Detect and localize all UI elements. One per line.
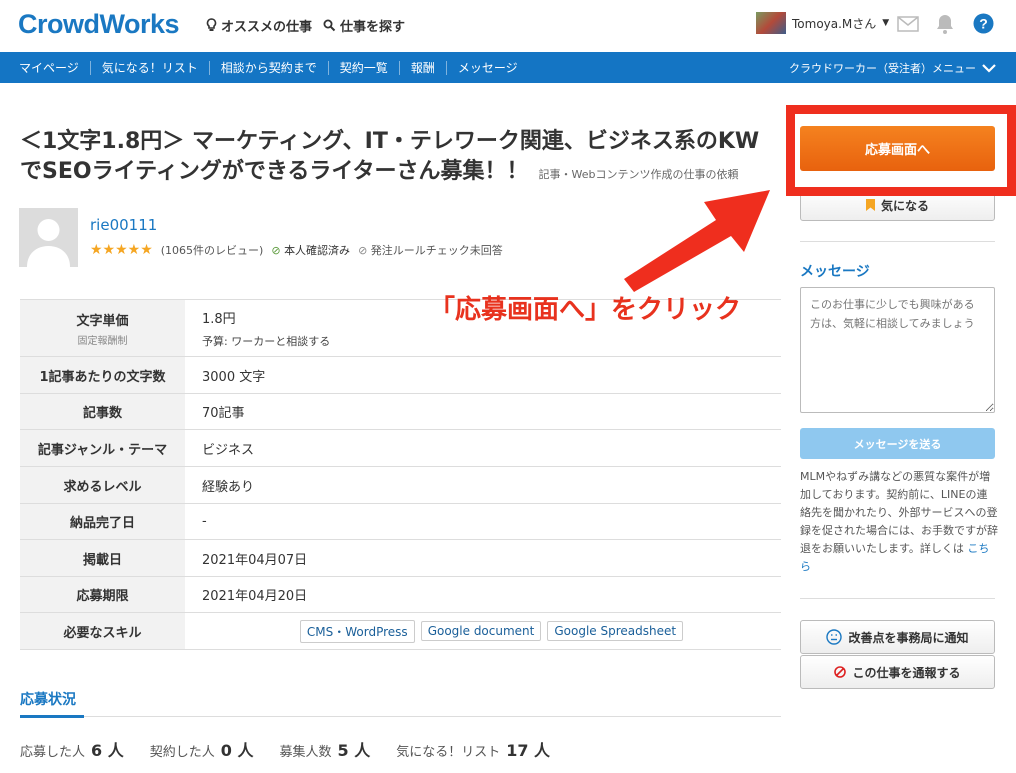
worker-menu[interactable]: クラウドワーカー（受注者）メニュー (789, 60, 996, 76)
count-value: 70記事 (202, 406, 245, 421)
crowdworks-logo[interactable]: CrowdWorks (18, 9, 180, 40)
count-label: 記事数 (20, 394, 185, 429)
delivery-label: 納品完了日 (20, 504, 185, 539)
applied-label: 応募した人 (20, 745, 86, 760)
default-user-icon (19, 208, 78, 267)
price-sub-label: 固定報酬制 (77, 335, 128, 347)
applications-divider (20, 716, 781, 717)
sidebar-divider (800, 241, 995, 242)
svg-text:?: ? (979, 16, 988, 32)
price-label: 文字単価 (76, 313, 129, 329)
annotation-text: 「応募画面へ」をクリック (429, 295, 742, 325)
rule-check-status: ⊘ 発注ルールチェック未回答 (358, 242, 503, 258)
prohibited-icon (834, 666, 847, 678)
row-level: 求めるレベル 経験あり (20, 467, 781, 504)
scam-warning: MLMやねずみ講などの悪質な案件が増加しております。契約前に、LINEの連絡先を… (800, 468, 998, 576)
skills-label: 必要なスキル (20, 613, 185, 649)
lightbulb-icon (206, 18, 217, 31)
contracted-value: 0 人 (220, 741, 254, 760)
search-icon (323, 19, 336, 32)
contracted-label: 契約した人 (149, 745, 215, 760)
chevron-down-icon (982, 63, 996, 73)
deadline-value: 2021年04月20日 (202, 589, 308, 604)
identity-verified: ⊘ 本人確認済み (271, 242, 350, 258)
check-circle-icon: ⊘ (271, 244, 281, 257)
applications-heading: 応募状況 (20, 692, 76, 708)
genre-value: ビジネス (202, 442, 255, 458)
nav-contracts[interactable]: 契約一覧 (329, 60, 400, 75)
applied-value: 6 人 (91, 741, 124, 760)
skill-tag[interactable]: CMS・WordPress (299, 619, 415, 643)
nav-search-label: 仕事を探す (340, 20, 406, 35)
notify-improvement-label: 改善点を事務局に通知 (848, 630, 969, 645)
nav-search-jobs[interactable]: 仕事を探す (323, 16, 405, 35)
posted-value: 2021年04月07日 (202, 552, 308, 568)
row-skills: 必要なスキル CMS・WordPress Google document Goo… (20, 613, 781, 650)
nav-favorites[interactable]: 気になる！リスト (91, 60, 210, 75)
nav-messages[interactable]: メッセージ (447, 61, 529, 75)
application-stats: 応募した人 6 人 契約した人 0 人 募集人数 5 人 気になる！リスト 17 人 (20, 737, 576, 761)
client-avatar[interactable] (19, 208, 78, 267)
fav-label: 気になる！リスト (396, 745, 501, 760)
row-delivery: 納品完了日 - (20, 504, 781, 540)
recruit-label: 募集人数 (279, 745, 332, 760)
fav-value: 17 人 (506, 741, 551, 760)
send-message-button[interactable]: メッセージを送る (800, 428, 995, 459)
client-meta: ★★★★★ (1065件のレビュー) ⊘ 本人確認済み ⊘ 発注ルールチェック未… (90, 242, 503, 258)
genre-label: 記事ジャンル・テーマ (20, 430, 185, 466)
annotation-arrow-icon (624, 190, 770, 292)
main-nav-bar: マイページ 気になる！リスト 相談から契約まで 契約一覧 報酬 メッセージ クラ… (0, 52, 1016, 83)
report-job-label: この仕事を通報する (852, 665, 961, 680)
level-value: 経験あり (202, 479, 255, 495)
row-chars: 1記事あたりの文字数 3000 文字 (20, 357, 781, 394)
top-header: CrowdWorks オススメの仕事 仕事を探す Tomoya.Mさん ▼ ? (0, 0, 1016, 52)
skill-tag[interactable]: Google document (420, 621, 542, 641)
user-name: Tomoya.Mさん (792, 16, 877, 31)
bookmark-icon (865, 199, 875, 211)
worker-menu-label: クラウドワーカー（受注者）メニュー (789, 62, 976, 75)
nav-recommended-label: オススメの仕事 (221, 20, 313, 35)
client-name[interactable]: rie00111 (90, 216, 157, 234)
posted-label: 掲載日 (20, 540, 185, 576)
level-label: 求めるレベル (20, 467, 185, 503)
job-details-table: 文字単価 固定報酬制 1.8円 予算: ワーカーと相談する 1記事あたりの文字数 3… (20, 299, 781, 650)
recruit-value: 5 人 (337, 741, 371, 760)
mail-icon[interactable] (897, 16, 919, 32)
message-textarea[interactable] (800, 287, 995, 413)
highlight-box (786, 105, 1016, 196)
row-article-count: 記事数 70記事 (20, 394, 781, 430)
price-key: 文字単価 固定報酬制 (20, 300, 185, 356)
skill-tag[interactable]: Google Spreadsheet (547, 621, 684, 641)
user-avatar (756, 12, 786, 34)
applications-underline (20, 715, 84, 718)
check-circle-gray-icon: ⊘ (358, 244, 368, 257)
skills-list: CMS・WordPress Google document Google Spr… (185, 613, 781, 649)
favorite-label: 気になる (880, 198, 929, 213)
review-count[interactable]: (1065件のレビュー) (161, 242, 264, 258)
identity-verified-label: 本人確認済み (284, 244, 351, 257)
caret-down-icon: ▼ (882, 18, 890, 28)
nav-rewards[interactable]: 報酬 (400, 60, 447, 75)
bell-icon[interactable] (935, 13, 955, 35)
sidebar-divider (800, 598, 995, 599)
deadline-label: 応募期限 (20, 577, 185, 612)
notify-improvement-button[interactable]: 改善点を事務局に通知 (800, 620, 995, 654)
nav-mypage[interactable]: マイページ (8, 60, 91, 75)
row-genre: 記事ジャンル・テーマ ビジネス (20, 430, 781, 467)
rule-check-label: 発注ルールチェック未回答 (370, 244, 503, 257)
row-posted: 掲載日 2021年04月07日 (20, 540, 781, 577)
row-deadline: 応募期限 2021年04月20日 (20, 577, 781, 613)
user-menu[interactable]: Tomoya.Mさん ▼ (756, 12, 889, 34)
report-job-button[interactable]: この仕事を通報する (800, 655, 995, 689)
message-heading: メッセージ (800, 264, 870, 280)
price-budget: 予算: ワーカーと相談する (202, 334, 331, 348)
rating-stars: ★★★★★ (90, 242, 153, 258)
delivery-value: - (202, 514, 207, 529)
nav-consult-to-contract[interactable]: 相談から契約まで (210, 60, 329, 75)
smiley-icon (826, 629, 843, 645)
chars-label: 1記事あたりの文字数 (20, 357, 185, 393)
help-icon[interactable]: ? (973, 13, 994, 34)
chars-value: 3000 文字 (202, 369, 266, 385)
nav-recommended-jobs[interactable]: オススメの仕事 (206, 16, 312, 35)
